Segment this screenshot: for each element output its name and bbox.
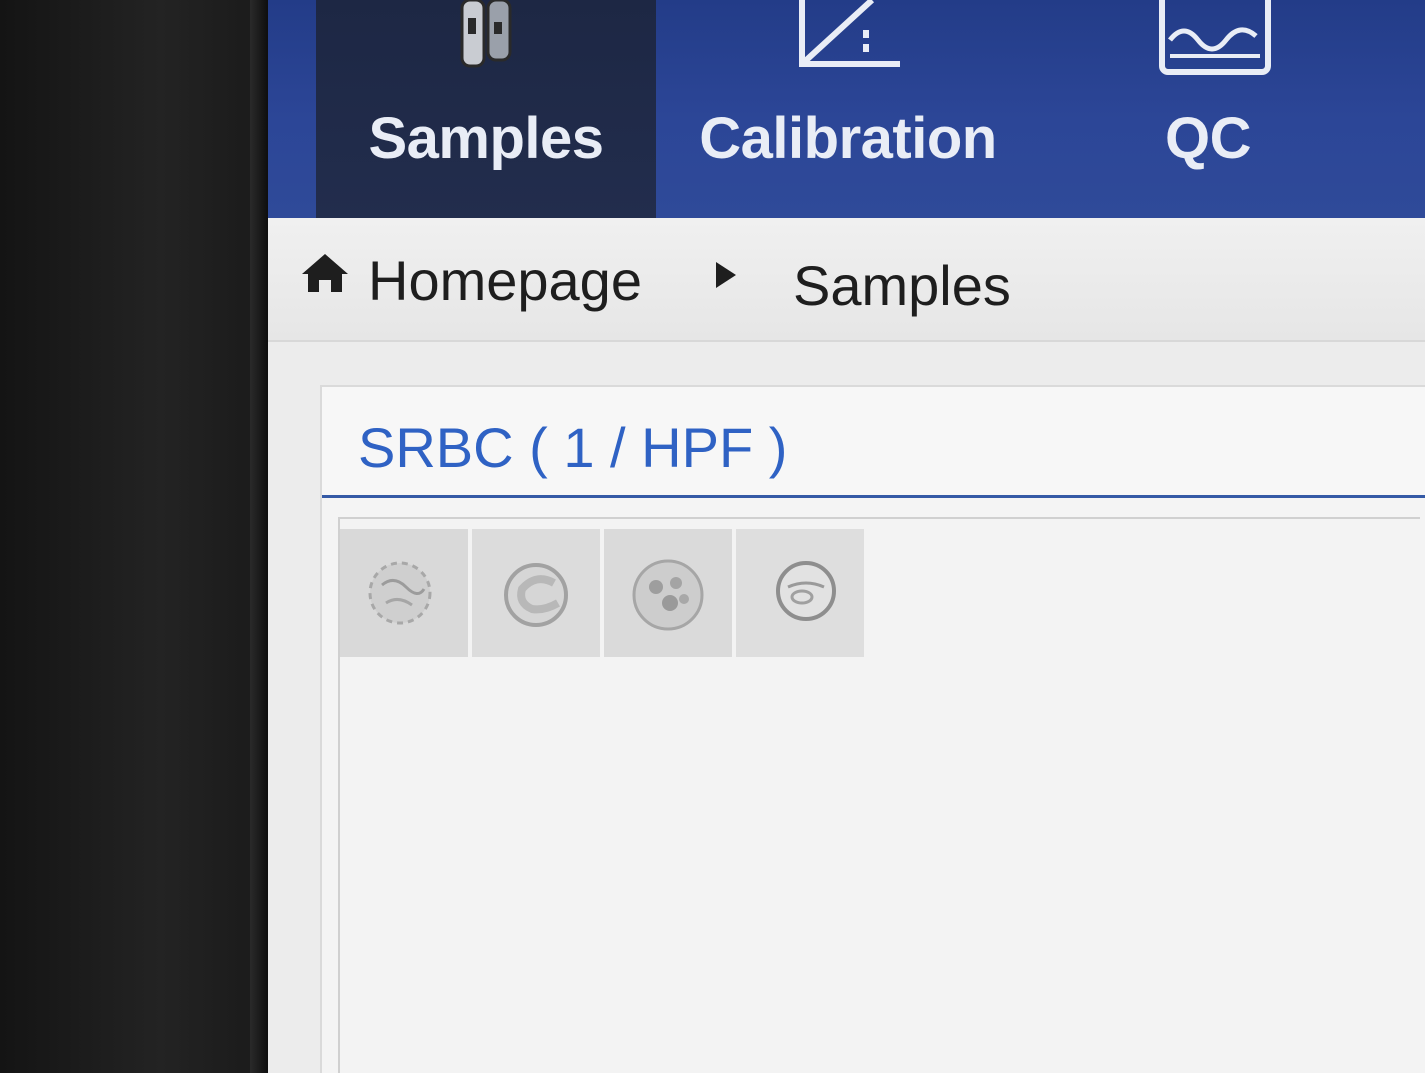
home-icon[interactable]: [300, 252, 350, 299]
calibration-icon: [788, 0, 908, 75]
cell-thumbnail[interactable]: [736, 529, 864, 657]
triangle-right-icon: [716, 262, 736, 288]
monitor-bezel-edge: [250, 0, 268, 1073]
tab-samples[interactable]: Samples: [316, 0, 656, 218]
qc-waveform-icon: [1158, 0, 1274, 81]
tab-calibration-label: Calibration: [699, 106, 997, 171]
breadcrumb-current: Samples: [793, 254, 1011, 317]
panel-title: SRBC ( 1 / HPF ): [358, 416, 788, 479]
sample-tubes-icon: [454, 0, 518, 77]
cell-thumbnail[interactable]: [340, 529, 468, 657]
results-panel: SRBC ( 1 / HPF ): [320, 385, 1425, 1073]
cell-image-gallery: [338, 517, 1420, 1073]
tab-qc[interactable]: QC: [1048, 0, 1368, 218]
tab-calibration[interactable]: Calibration: [678, 0, 1018, 218]
top-navigation: Samples Calibration QC: [268, 0, 1425, 218]
panel-header: SRBC ( 1 / HPF ): [322, 387, 1425, 498]
tab-qc-label: QC: [1165, 106, 1252, 171]
app-screen: Samples Calibration QC Homepage Samples …: [268, 0, 1425, 1073]
monitor-bezel: [0, 0, 268, 1073]
breadcrumb-home-link[interactable]: Homepage: [368, 248, 642, 313]
tab-samples-label: Samples: [368, 106, 604, 171]
cell-thumbnail[interactable]: [472, 529, 600, 657]
cell-thumbnail[interactable]: [604, 529, 732, 657]
